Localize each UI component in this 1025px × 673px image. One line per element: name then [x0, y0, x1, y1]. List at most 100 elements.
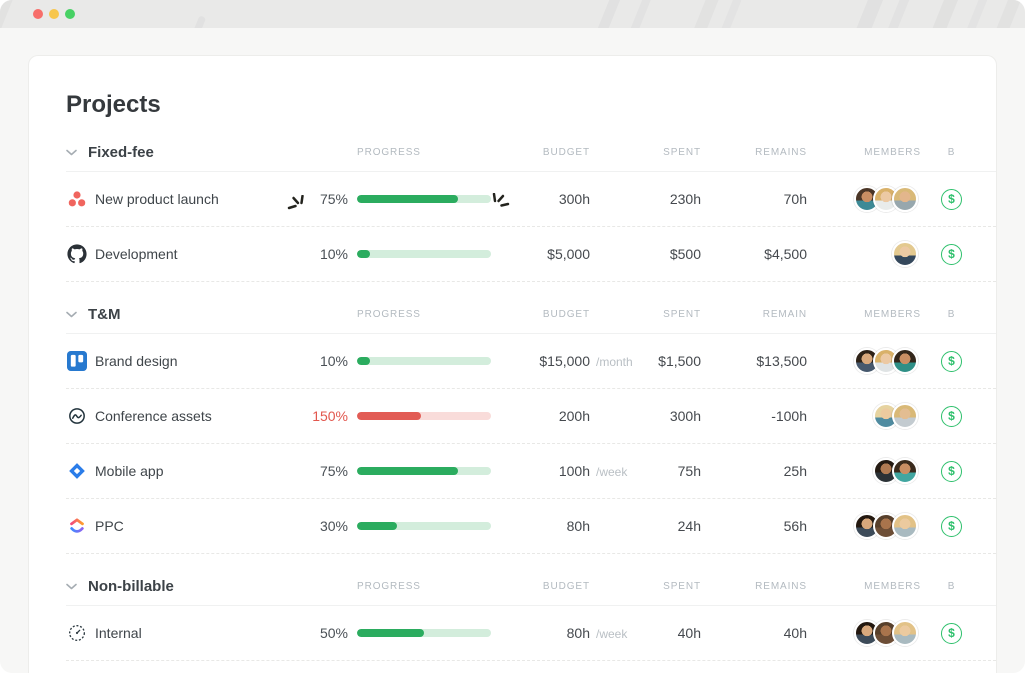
billable-cell: $	[921, 244, 970, 265]
budget-cell: 80h	[491, 518, 631, 534]
chevron-down-icon	[66, 583, 77, 590]
spent-value: 300h	[631, 408, 701, 424]
column-header-progress: PROGRESS	[301, 147, 491, 158]
billable-cell: $	[921, 623, 970, 644]
brush-texture	[628, 0, 652, 28]
window-controls	[0, 9, 75, 19]
billable-icon[interactable]: $	[941, 516, 962, 537]
billable-icon[interactable]: $	[941, 189, 962, 210]
github-icon	[67, 244, 87, 264]
budget-value: $15,000	[491, 353, 590, 369]
progress-value: 75%	[301, 191, 348, 207]
remains-value: $4,500	[701, 246, 807, 262]
remains-value: 40h	[701, 625, 807, 641]
section-t-m: T&MPROGRESSBUDGETSPENTREMAINMEMBERSBBran…	[66, 296, 996, 554]
project-name: Mobile app	[95, 463, 164, 479]
section-title: Non-billable	[88, 578, 174, 595]
members-cell	[807, 186, 921, 212]
section-title: T&M	[88, 306, 121, 323]
brush-texture	[964, 0, 989, 28]
project-name: New product launch	[95, 191, 219, 207]
spent-value: 75h	[631, 463, 701, 479]
section-non-billable: Non-billablePROGRESSBUDGETSPENTREMAINSME…	[66, 568, 996, 661]
billable-icon[interactable]: $	[941, 623, 962, 644]
progress-bar	[357, 629, 491, 637]
progress-cell: 10%	[301, 353, 491, 369]
avatar	[892, 403, 918, 429]
billable-icon[interactable]: $	[941, 244, 962, 265]
window-zoom-button[interactable]	[65, 9, 75, 19]
project-name: Conference assets	[95, 408, 212, 424]
project-row[interactable]: New product launch75%300h230h70h$	[66, 172, 996, 227]
column-header-spent: SPENT	[631, 147, 701, 158]
members-cell	[807, 513, 921, 539]
progress-bar-fill	[357, 195, 458, 203]
remains-value: 56h	[701, 518, 807, 534]
column-header-progress: PROGRESS	[301, 309, 491, 320]
budget-unit: /week	[590, 627, 631, 641]
billable-icon[interactable]: $	[941, 406, 962, 427]
column-header-remain: REMAIN	[701, 309, 807, 320]
window-close-button[interactable]	[33, 9, 43, 19]
billable-cell: $	[921, 351, 970, 372]
progress-cell: 150%	[301, 408, 491, 424]
billable-cell: $	[921, 406, 970, 427]
project-row[interactable]: Internal50%80h/week40h40h$	[66, 606, 996, 661]
budget-cell: $5,000	[491, 246, 631, 262]
remains-value: 25h	[701, 463, 807, 479]
section-toggle[interactable]: Non-billable	[66, 578, 301, 595]
column-header-remain: REMAINS	[701, 581, 807, 592]
progress-bar-fill	[357, 357, 370, 365]
project-row[interactable]: Development10%$5,000$500$4,500$	[66, 227, 996, 282]
members-cell	[807, 241, 921, 267]
brush-texture	[853, 0, 885, 28]
budget-value: 100h	[491, 463, 590, 479]
budget-value: 300h	[491, 191, 590, 207]
project-name-cell[interactable]: Brand design	[66, 351, 301, 371]
brush-texture	[595, 0, 622, 28]
project-name: PPC	[95, 518, 124, 534]
section-toggle[interactable]: Fixed-fee	[66, 144, 301, 161]
project-name-cell[interactable]: New product launch	[66, 189, 301, 209]
billable-icon[interactable]: $	[941, 461, 962, 482]
column-header-members: MEMBERS	[807, 581, 921, 592]
project-row[interactable]: PPC30%80h24h56h$	[66, 499, 996, 554]
avatar	[892, 620, 918, 646]
members-cell	[807, 620, 921, 646]
section-toggle[interactable]: T&M	[66, 306, 301, 323]
progress-cell: 75%	[301, 191, 491, 207]
remains-value: $13,500	[701, 353, 807, 369]
window-minimize-button[interactable]	[49, 9, 59, 19]
progress-bar-fill	[357, 412, 421, 420]
spent-value: 230h	[631, 191, 701, 207]
project-row[interactable]: Mobile app75%100h/week75h25h$	[66, 444, 996, 499]
billable-icon[interactable]: $	[941, 351, 962, 372]
project-row[interactable]: Brand design10%$15,000/month$1,500$13,50…	[66, 334, 996, 389]
project-name-cell[interactable]: Mobile app	[66, 461, 301, 481]
progress-bar-fill	[357, 629, 424, 637]
budget-value: 80h	[491, 518, 590, 534]
members-cell	[807, 403, 921, 429]
jira-icon	[67, 461, 87, 481]
progress-bar	[357, 195, 491, 203]
project-name-cell[interactable]: Development	[66, 244, 301, 264]
column-header-members: MEMBERS	[807, 147, 921, 158]
progress-value: 150%	[301, 408, 348, 424]
budget-unit: /month	[590, 355, 631, 369]
asana-icon	[67, 189, 87, 209]
timer-icon	[67, 623, 87, 643]
project-name-cell[interactable]: Internal	[66, 623, 301, 643]
progress-bar	[357, 250, 491, 258]
spent-value: $1,500	[631, 353, 701, 369]
project-name-cell[interactable]: PPC	[66, 516, 301, 536]
project-name-cell[interactable]: Conference assets	[66, 406, 301, 426]
section-header-row: Non-billablePROGRESSBUDGETSPENTREMAINSME…	[66, 568, 996, 606]
projects-table: Fixed-feePROGRESSBUDGETSPENTREMAINSMEMBE…	[29, 134, 996, 661]
project-name: Development	[95, 246, 178, 262]
page-title: Projects	[66, 90, 996, 120]
project-row[interactable]: Conference assets150%200h300h-100h$	[66, 389, 996, 444]
avatar	[892, 241, 918, 267]
column-header-budget: BUDGET	[491, 147, 631, 158]
section-header-row: Fixed-feePROGRESSBUDGETSPENTREMAINSMEMBE…	[66, 134, 996, 172]
brush-texture	[993, 0, 1022, 28]
